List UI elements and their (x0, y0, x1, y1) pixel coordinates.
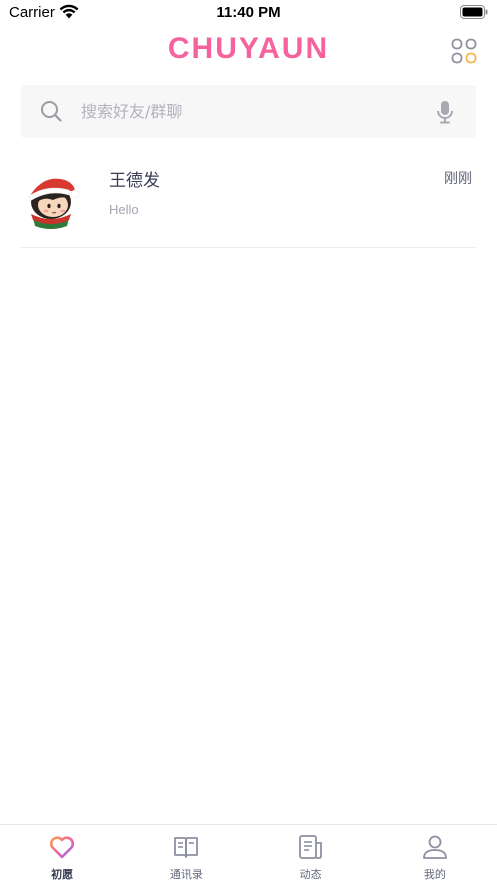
feed-icon (298, 835, 322, 859)
search-icon (41, 101, 62, 122)
conversation-name: 王德发 (109, 171, 160, 191)
tab-label: 初愿 (51, 868, 74, 881)
tab-contacts[interactable]: 通讯录 (124, 825, 248, 883)
conversation-item[interactable]: 王德发 刚刚 Hello (21, 152, 476, 248)
heart-icon (50, 836, 75, 859)
contacts-book-icon (174, 837, 199, 858)
tab-feed[interactable]: 动态 (249, 825, 373, 883)
battery-icon (460, 5, 488, 19)
search-input[interactable] (81, 98, 421, 124)
grid-menu-icon[interactable] (451, 38, 477, 64)
tab-label: 动态 (299, 868, 322, 881)
christmas-boy-avatar (28, 178, 80, 229)
tab-profile[interactable]: 我的 (373, 825, 497, 883)
tab-label: 通讯录 (169, 868, 203, 881)
search-bar (21, 85, 476, 138)
app-title: CHUYAUN (167, 32, 330, 65)
mic-icon[interactable] (436, 100, 454, 124)
clock-label: 11:40 PM (216, 4, 281, 21)
status-bar: Carrier 11:40 PM (0, 0, 497, 26)
profile-icon (422, 835, 447, 859)
conversation-time: 刚刚 (444, 171, 472, 187)
tab-label: 我的 (423, 868, 446, 881)
tab-chuyuan[interactable]: 初愿 (0, 825, 124, 883)
tab-bar: 初愿 通讯录 动态 我的 (0, 824, 497, 883)
chat-list-screen: Carrier 11:40 PM CHUYAUN 搜索好友/群聊 王德发 刚刚 … (0, 0, 497, 883)
conversation-last-message: Hello (109, 202, 139, 217)
